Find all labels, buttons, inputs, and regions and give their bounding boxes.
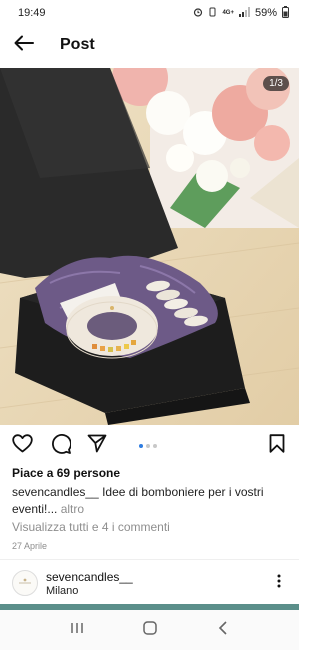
post-date: 27 Aprile xyxy=(12,541,48,551)
image-counter: 1/3 xyxy=(263,76,289,91)
page-title: Post xyxy=(60,36,95,53)
home-button[interactable] xyxy=(135,615,165,645)
battery-icon xyxy=(282,5,289,21)
carousel-dot xyxy=(146,444,150,448)
more-vert-icon xyxy=(277,574,281,593)
status-bar: 19:49 4G+ 59% xyxy=(0,0,299,26)
carousel-dot xyxy=(153,444,157,448)
brand-logo-icon xyxy=(15,573,35,593)
view-comments-link[interactable]: Visualizza tutti e 4 i commenti xyxy=(12,520,170,534)
recent-apps-button[interactable] xyxy=(62,615,92,645)
next-post-header: sevencandles__ Milano xyxy=(0,566,299,602)
post-actions xyxy=(0,430,299,462)
battery-level: 59% xyxy=(254,7,277,19)
post-caption: sevencandles__ Idee di bomboniere per i … xyxy=(12,484,287,518)
home-icon xyxy=(142,620,157,640)
share-icon xyxy=(87,434,107,458)
system-back-button[interactable] xyxy=(208,615,238,645)
system-nav-bar xyxy=(0,610,299,650)
top-app-bar: Post xyxy=(0,26,299,64)
comment-button[interactable] xyxy=(49,433,73,459)
avatar[interactable] xyxy=(12,570,38,596)
next-post-username[interactable]: sevencandles__ xyxy=(46,570,133,584)
save-button[interactable] xyxy=(265,434,289,458)
likes-count[interactable]: Piace a 69 persone xyxy=(12,466,120,480)
caption-username[interactable]: sevencandles__ xyxy=(12,485,99,499)
heart-icon xyxy=(11,434,33,458)
arrow-left-icon xyxy=(14,35,34,56)
like-button[interactable] xyxy=(10,434,34,458)
carousel-indicator xyxy=(139,444,157,448)
status-time: 19:49 xyxy=(18,7,46,19)
caption-more-link[interactable]: altro xyxy=(57,502,84,516)
bookmark-icon xyxy=(269,434,285,458)
divider xyxy=(0,559,299,560)
post-image[interactable]: 1/3 xyxy=(0,68,299,425)
signal-icon xyxy=(238,6,250,20)
chevron-left-icon xyxy=(218,620,228,640)
recents-icon xyxy=(70,621,84,639)
next-post-location[interactable]: Milano xyxy=(46,585,78,597)
post-options-button[interactable] xyxy=(269,572,289,594)
back-button[interactable] xyxy=(12,33,36,57)
comment-icon xyxy=(51,433,72,459)
share-button[interactable] xyxy=(85,434,109,458)
network-type: 4G+ xyxy=(222,10,234,16)
carousel-dot-active xyxy=(139,444,143,448)
alarm-icon xyxy=(193,7,203,20)
candle-gift-box-photo xyxy=(0,68,299,425)
vibrate-icon xyxy=(208,7,217,20)
